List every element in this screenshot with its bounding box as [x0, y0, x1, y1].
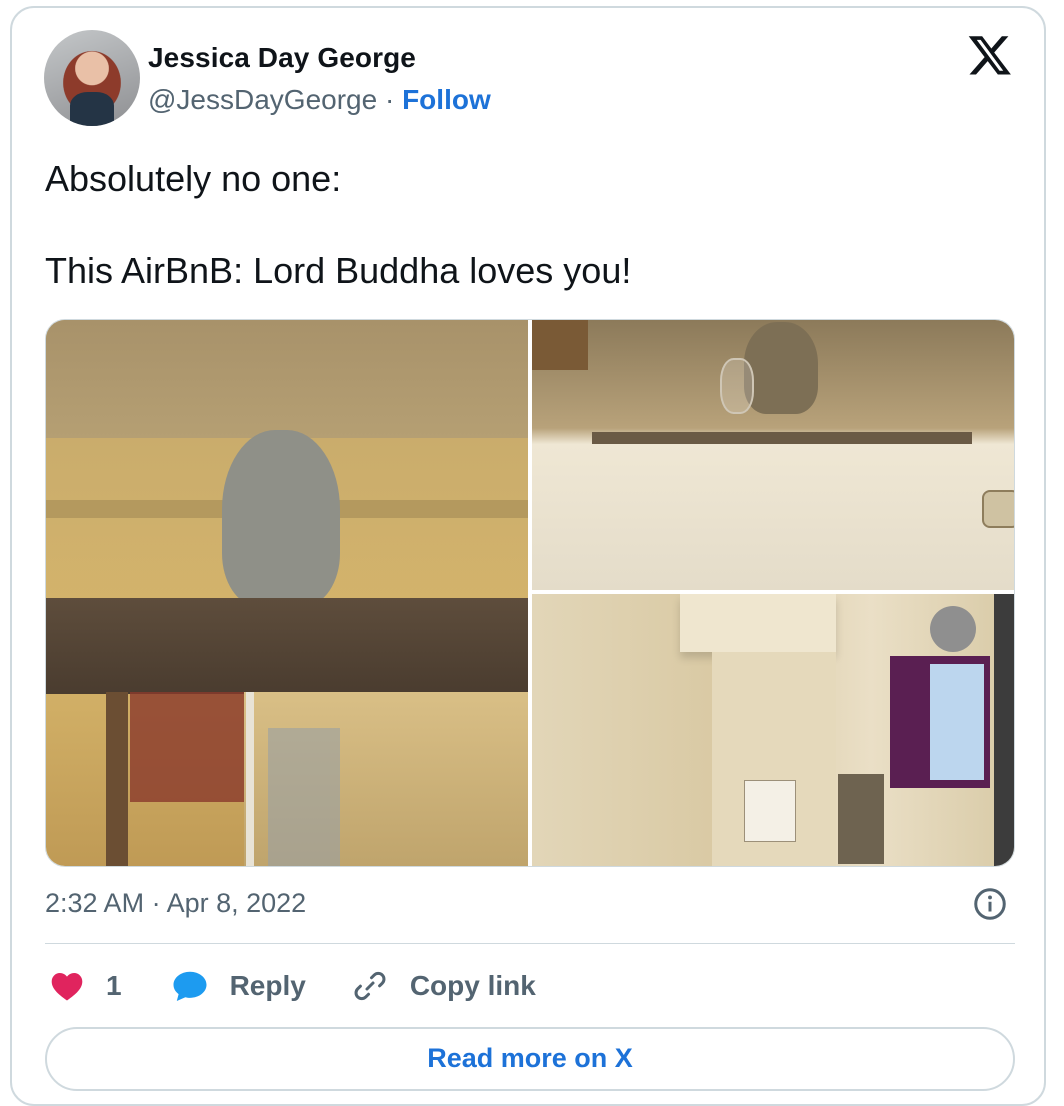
like-count: 1 [106, 970, 122, 1001]
buddha-statue [222, 430, 340, 606]
reply-button[interactable]: Reply [172, 969, 306, 1003]
wooden-shelf [46, 598, 528, 694]
copy-link-label: Copy link [409, 970, 536, 1001]
handle-separator: · [384, 84, 395, 115]
action-bar: 1 Reply Copy link [45, 964, 536, 1008]
reply-bubble-icon [173, 971, 207, 1001]
photo-buddha-on-refrigerator[interactable] [532, 320, 1014, 590]
author-handle[interactable]: @JessDayGeorge [148, 84, 377, 115]
copy-link-button[interactable]: Copy link [352, 968, 536, 1004]
read-more-button[interactable]: Read more on X [45, 1027, 1015, 1091]
media-grid[interactable] [45, 319, 1015, 867]
author-name[interactable]: Jessica Day George [148, 42, 416, 74]
photo-bathroom-wall[interactable] [532, 594, 1014, 866]
tweet-text: Absolutely no one: This AirBnB: Lord Bud… [45, 158, 632, 291]
info-icon[interactable] [972, 886, 1008, 922]
divider [45, 943, 1015, 944]
reply-label: Reply [229, 970, 306, 1001]
link-icon [354, 971, 386, 1001]
buddha-statue-small [744, 322, 818, 414]
avatar[interactable] [44, 30, 140, 126]
follow-button[interactable]: Follow [402, 84, 491, 115]
avatar-scarf [70, 92, 114, 126]
like-button[interactable]: 1 [50, 970, 122, 1002]
tweet-timestamp[interactable]: 2:32 AM · Apr 8, 2022 [45, 888, 306, 919]
photo-buddha-statue-on-shelf[interactable] [46, 320, 528, 866]
x-logo-icon[interactable] [966, 32, 1014, 78]
author-handle-line: @JessDayGeorge · Follow [148, 84, 491, 116]
heart-icon [51, 972, 83, 1001]
